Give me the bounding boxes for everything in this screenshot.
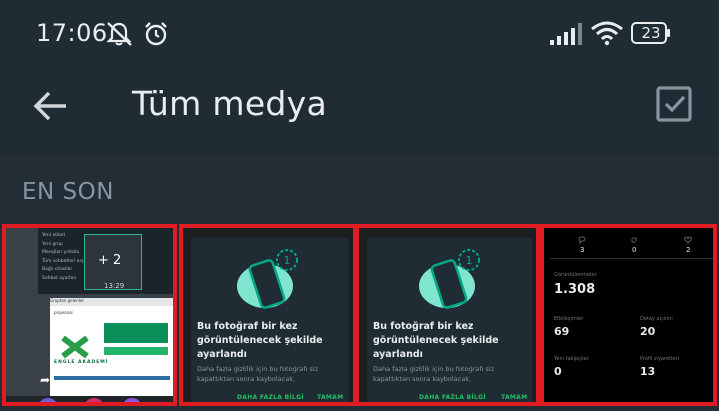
select-button[interactable] [654,84,694,124]
battery-level: 23 [641,24,661,42]
like-count: 2 [686,246,691,254]
alarm-icon [145,22,167,46]
card-header: Gruptan gelenler [50,298,173,306]
media-thumbnail-3[interactable]: 1 Bu fotoğraf bir kez görüntülenecek şek… [355,224,540,406]
view-once-badge: 1 [466,254,473,267]
repost-icon [631,237,637,243]
dialog-body: Daha fazla gizlilik için bu fotoğrafı si… [373,365,495,383]
ok-button: TAMAM [501,394,528,401]
back-button[interactable] [28,86,76,126]
learn-more-button: DAHA FAZLA BİLGİ [237,394,304,401]
notifications-off-icon [106,22,132,46]
forwarded-post-card: Gruptan gelenler projeonai ENGLE AKADEMİ [50,298,173,402]
engagements-value: 69 [554,325,570,338]
view-once-dialog: 1 Bu fotoğraf bir kez görüntülenecek şek… [191,238,349,402]
engagements-label: Etkileşimler [554,316,584,322]
profile-visits-value: 13 [640,365,656,378]
reply-count: 3 [580,246,585,254]
post-author: projeonai [54,310,73,315]
phone-illustration-icon: 1 [237,249,298,309]
message-time: 13:29 [104,282,125,290]
counter-text: + 2 [98,253,122,268]
section-label-recent: EN SON [22,179,114,205]
page-title: Tüm medya [132,84,328,123]
like-icon [684,236,692,244]
impressions-value: 1.308 [554,282,596,297]
ok-button: TAMAM [317,394,344,401]
profile-visits-label: Profil ziyaretleri [640,356,679,362]
media-thumbnail-4[interactable]: 3 0 2 Görüntülenmeler 1.308 Etkileşimler… [540,224,717,406]
engagement-row: 3 0 2 [550,234,713,259]
phone-illustration-icon: 1 [419,249,480,309]
link-banner [104,347,168,355]
dialog-title: Bu fotoğraf bir kez görüntülenecek şekil… [373,321,499,360]
media-thumbnail-1[interactable]: Yeni etiket Yeni grup Mesajları yıldızla… [2,224,177,406]
new-followers-label: Yeni takipçiler [554,356,589,362]
arrow-left-icon [33,91,66,121]
logo-icon [61,336,89,358]
impressions-label: Görüntülenmeler [554,272,597,278]
footer-bar [54,376,170,380]
status-time: 17:06 [36,19,108,47]
headline-banner [104,323,168,343]
media-thumbnail-2[interactable]: 1 Bu fotoğraf bir kez görüntülenecek şek… [179,224,357,406]
share-icon: ➦ [40,373,51,387]
signal-icon [550,23,582,45]
checkbox-icon [656,86,692,122]
new-followers-value: 0 [554,365,562,378]
detail-expands-label: Detay açılımı [640,316,673,322]
view-once-dialog: 1 Bu fotoğraf bir kez görüntülenecek şek… [367,238,532,402]
status-bar: 17:06 23 [0,0,719,70]
repost-count: 0 [632,246,637,254]
detail-expands-value: 20 [640,325,656,338]
wifi-icon [591,21,623,46]
view-once-badge: 1 [284,254,291,267]
logo-text: ENGLE AKADEMİ [54,360,109,365]
app-bar [0,70,719,156]
dialog-title: Bu fotoğraf bir kez görüntülenecek şekil… [197,321,323,360]
dialog-body: Daha fazla gizlilik için bu fotoğrafı si… [197,365,319,383]
reply-icon [578,236,586,244]
learn-more-button: DAHA FAZLA BİLGİ [419,394,486,401]
